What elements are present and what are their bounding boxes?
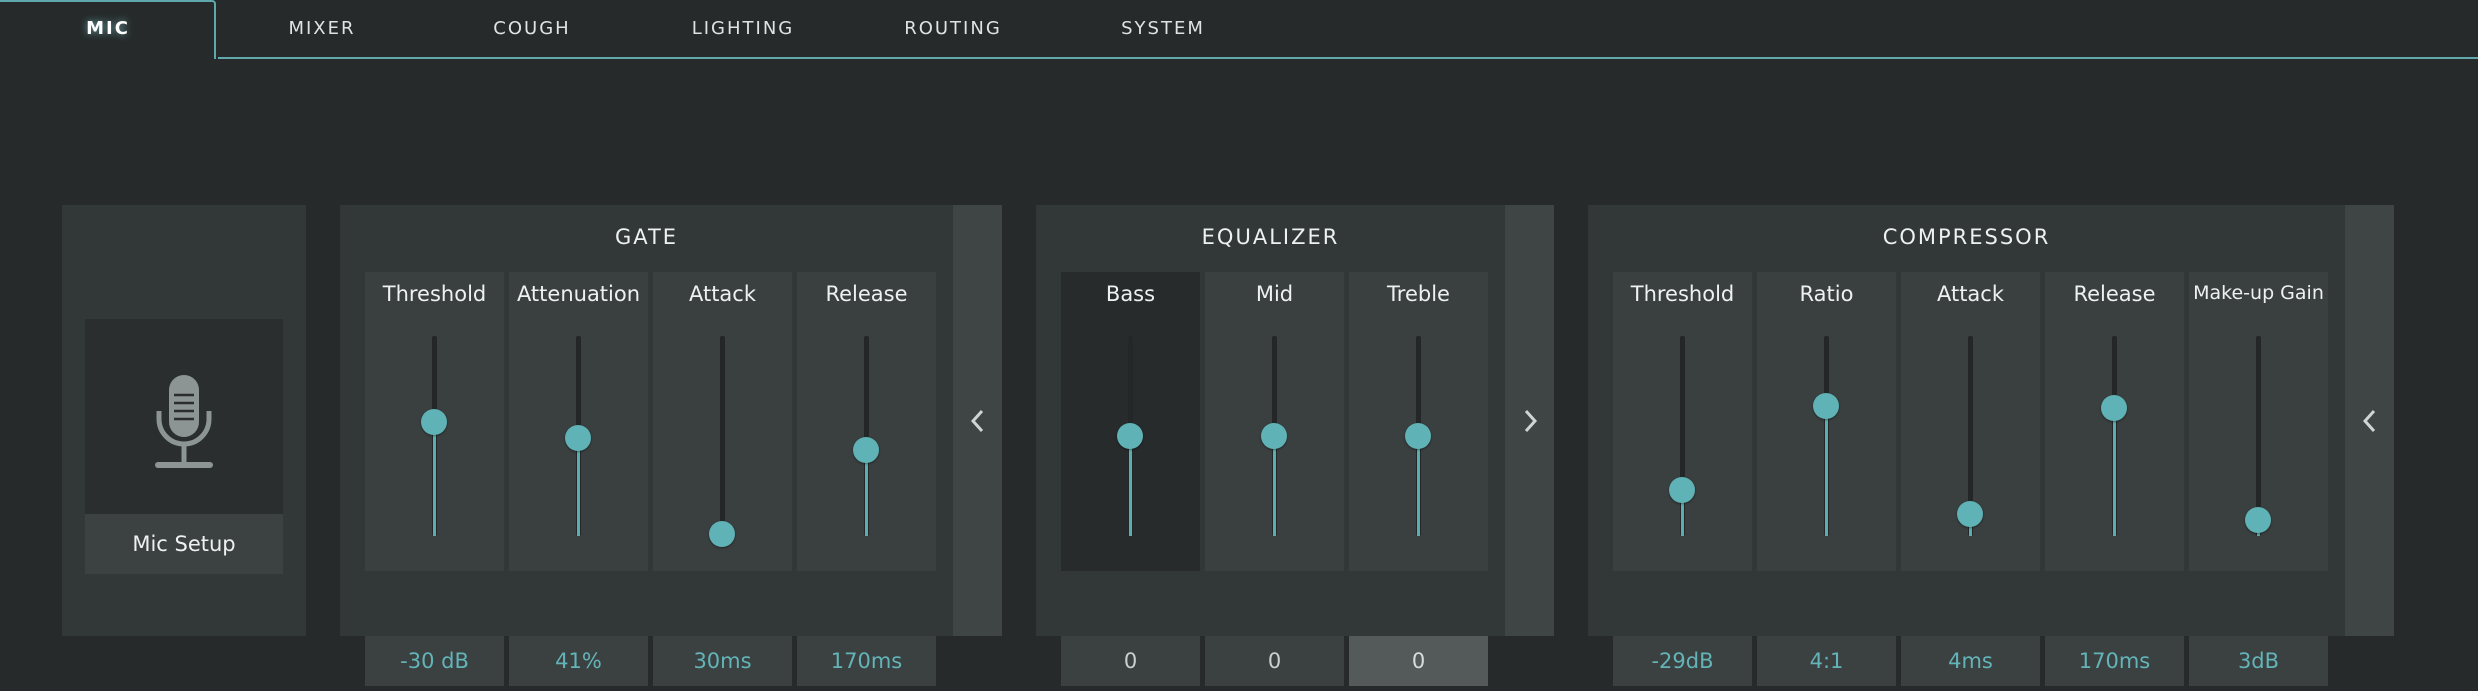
comp-release-value: 170ms [2045,636,2184,686]
comp-makeup-gain-label: Make-up Gain [2193,282,2324,304]
gate-collapse-button[interactable] [953,205,1002,636]
comp-release-fill [2113,408,2116,536]
eq-bass-column: Bass 0 [1061,272,1200,686]
gate-panel: GATE Threshold -30 dB Attenuation 41% At… [340,205,1002,686]
eq-mid-value: 0 [1205,636,1344,686]
gate-attenuation-value: 41% [509,636,648,686]
tab-bar: MIC MIXER COUGH LIGHTING ROUTING SYSTEM [0,0,2478,60]
eq-treble-label: Treble [1387,282,1450,306]
comp-ratio-knob[interactable] [1813,393,1839,419]
eq-mid-column: Mid 0 [1205,272,1344,686]
equalizer-title: EQUALIZER [1201,225,1340,249]
comp-attack-label: Attack [1936,282,2005,306]
comp-threshold-value: -29dB [1613,636,1752,686]
gate-attack-value: 30ms [653,636,792,686]
comp-makeup-gain-slider[interactable] [2256,336,2261,536]
mic-setup-tile[interactable] [85,319,283,514]
gate-release-knob[interactable] [853,437,879,463]
eq-bass-label: Bass [1105,282,1156,306]
gate-threshold-label: Threshold [382,282,487,306]
eq-bass-knob[interactable] [1117,423,1143,449]
comp-makeup-gain-column: Make-up Gain 3dB [2189,272,2328,686]
comp-makeup-gain-value: 3dB [2189,636,2328,686]
eq-mid-knob[interactable] [1261,423,1287,449]
eq-bass-value: 0 [1061,636,1200,686]
chevron-left-icon [2362,409,2376,433]
gate-release-value: 170ms [797,636,936,686]
gate-title: GATE [614,225,679,249]
mic-panel: Mic Setup [62,205,306,636]
gate-attack-label: Attack [688,282,757,306]
gate-attack-slider[interactable] [720,336,725,536]
gate-threshold-value: -30 dB [365,636,504,686]
comp-attack-value: 4ms [1901,636,2040,686]
gate-release-label: Release [825,282,908,306]
gate-attenuation-label: Attenuation [516,282,641,306]
gate-attenuation-knob[interactable] [565,425,591,451]
comp-threshold-column: Threshold -29dB [1613,272,1752,686]
gate-attenuation-fill [577,438,580,536]
compressor-title: COMPRESSOR [1882,225,2051,249]
comp-threshold-label: Threshold [1630,282,1735,306]
tab-system[interactable]: SYSTEM [1103,14,1223,44]
comp-attack-knob[interactable] [1957,501,1983,527]
eq-mid-fill [1273,436,1276,536]
tab-underline [218,57,2478,59]
tab-cough[interactable]: COUGH [472,14,592,44]
comp-release-label: Release [2073,282,2156,306]
comp-release-knob[interactable] [2101,395,2127,421]
chevron-left-icon [970,409,984,433]
comp-release-column: Release 170ms [2045,272,2184,686]
tab-lighting[interactable]: LIGHTING [683,14,803,44]
comp-attack-column: Attack 4ms [1901,272,2040,686]
comp-ratio-label: Ratio [1799,282,1854,306]
gate-attenuation-column: Attenuation 41% [509,272,648,686]
eq-treble-value: 0 [1349,636,1488,686]
microphone-icon [155,375,213,468]
gate-attack-knob[interactable] [709,521,735,547]
eq-bass-fill [1129,436,1132,536]
gate-attack-column: Attack 30ms [653,272,792,686]
comp-ratio-fill [1825,406,1828,536]
compressor-collapse-button[interactable] [2345,205,2394,636]
eq-mid-label: Mid [1255,282,1294,306]
tab-routing[interactable]: ROUTING [893,14,1013,44]
eq-treble-column: Treble 0 [1349,272,1488,686]
gate-threshold-knob[interactable] [421,409,447,435]
eq-treble-knob[interactable] [1405,423,1431,449]
mic-setup-button[interactable]: Mic Setup [85,514,283,574]
comp-ratio-value: 4:1 [1757,636,1896,686]
compressor-panel: COMPRESSOR Threshold -29dB Ratio 4:1 Att… [1588,205,2394,686]
comp-threshold-knob[interactable] [1669,477,1695,503]
tab-mixer[interactable]: MIXER [262,14,382,44]
chevron-right-icon [1524,409,1538,433]
comp-makeup-gain-knob[interactable] [2245,507,2271,533]
gate-threshold-column: Threshold -30 dB [365,272,504,686]
equalizer-panel: EQUALIZER Bass 0 Mid 0 Treble 0 [1036,205,1554,686]
gate-threshold-fill [433,422,436,536]
comp-ratio-column: Ratio 4:1 [1757,272,1896,686]
gate-release-column: Release 170ms [797,272,936,686]
eq-treble-fill [1417,436,1420,536]
equalizer-expand-button[interactable] [1505,205,1554,636]
tab-mic[interactable]: MIC [0,14,216,44]
